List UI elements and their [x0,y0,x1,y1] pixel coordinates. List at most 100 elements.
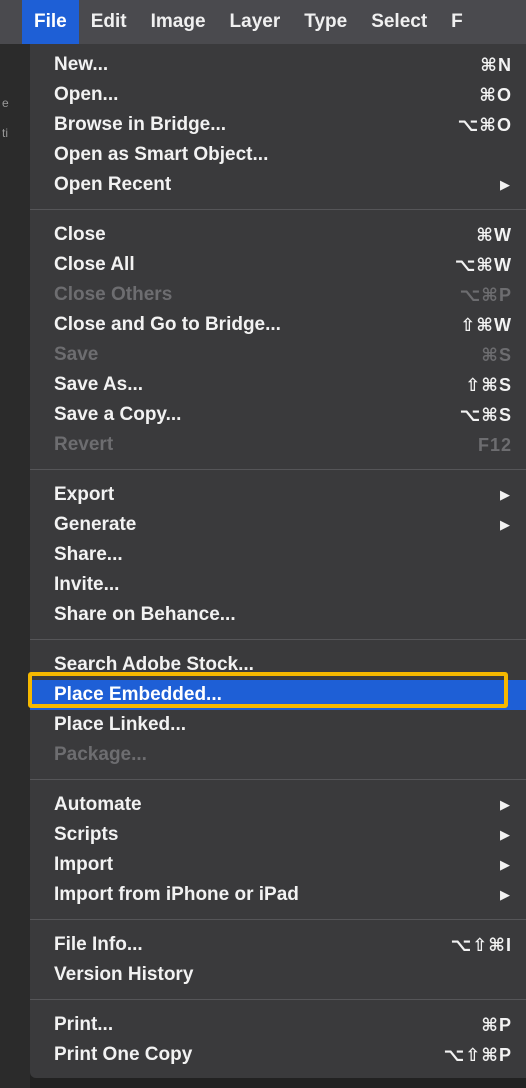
menu-item-label: Scripts [54,824,119,845]
background-text-fragment: e [2,96,9,110]
menu-item-search-adobe-stock[interactable]: Search Adobe Stock... [30,650,526,680]
menubar-item-edit[interactable]: Edit [79,0,139,44]
menu-separator [30,209,526,210]
menu-separator [30,469,526,470]
submenu-arrow-icon: ▶ [500,517,510,532]
submenu-arrow-icon: ▶ [500,797,510,812]
menu-item-print-one-copy[interactable]: Print One Copy ⌥⇧⌘P [30,1040,526,1070]
menu-bar: File Edit Image Layer Type Select F [0,0,526,44]
submenu-arrow-icon: ▶ [500,487,510,502]
menu-item-close[interactable]: Close ⌘W [30,220,526,250]
menu-item-label: Close [54,224,106,245]
keyboard-shortcut: ⇧⌘W [460,314,512,335]
menu-item-place-linked[interactable]: Place Linked... [30,710,526,740]
menubar-item-image[interactable]: Image [139,0,218,44]
menu-item-label: Generate [54,514,137,535]
submenu-arrow-icon: ▶ [500,857,510,872]
keyboard-shortcut: ⌘O [479,84,512,105]
keyboard-shortcut: ⌥⌘S [459,404,512,425]
menu-item-file-info[interactable]: File Info... ⌥⇧⌘I [30,930,526,960]
menu-item-invite[interactable]: Invite... [30,570,526,600]
menu-item-label: File Info... [54,934,143,955]
menu-item-label: Open Recent [54,174,172,195]
menu-separator [30,919,526,920]
keyboard-shortcut: ⌥⇧⌘P [443,1044,512,1065]
background-app-edge: e ti [0,44,30,1088]
keyboard-shortcut: ⌥⇧⌘I [450,934,512,955]
menu-item-label: Browse in Bridge... [54,114,227,135]
menu-separator [30,639,526,640]
menu-item-label: Import [54,854,114,875]
menu-item-label: Close Others [54,284,173,305]
menubar-item-layer[interactable]: Layer [218,0,293,44]
menu-item-label: Search Adobe Stock... [54,654,254,675]
menu-item-label: New... [54,54,109,75]
menu-item-label: Print... [54,1014,114,1035]
menu-item-label: Save a Copy... [54,404,182,425]
menu-item-import[interactable]: Import ▶ [30,850,526,880]
menu-item-import-from-iphone-or-ipad[interactable]: Import from iPhone or iPad ▶ [30,880,526,910]
menu-item-revert: Revert F12 [30,430,526,460]
menu-item-export[interactable]: Export ▶ [30,480,526,510]
menu-item-open-as-smart-object[interactable]: Open as Smart Object... [30,140,526,170]
menu-item-label: Share on Behance... [54,604,236,625]
keyboard-shortcut: ⌘P [481,1014,512,1035]
menu-item-close-all[interactable]: Close All ⌥⌘W [30,250,526,280]
menu-item-label: Invite... [54,574,120,595]
menu-item-label: Open as Smart Object... [54,144,269,165]
menu-item-label: Close All [54,254,135,275]
menu-item-automate[interactable]: Automate ▶ [30,790,526,820]
menu-item-save-a-copy[interactable]: Save a Copy... ⌥⌘S [30,400,526,430]
keyboard-shortcut: ⌥⌘W [454,254,512,275]
menubar-item-type[interactable]: Type [292,0,359,44]
menu-item-label: Import from iPhone or iPad [54,884,299,905]
menu-item-label: Close and Go to Bridge... [54,314,281,335]
menubar-item-f[interactable]: F [439,0,475,44]
menu-item-label: Version History [54,964,194,985]
keyboard-shortcut: ⌘S [481,344,512,365]
keyboard-shortcut: ⌘W [476,224,512,245]
menu-item-browse-in-bridge[interactable]: Browse in Bridge... ⌥⌘O [30,110,526,140]
file-menu-dropdown: New... ⌘N Open... ⌘O Browse in Bridge... ⌥⌘O O… [30,44,526,1078]
menu-item-label: Place Linked... [54,714,186,735]
submenu-arrow-icon: ▶ [500,887,510,902]
menu-item-share[interactable]: Share... [30,540,526,570]
background-text-fragment: ti [2,126,8,140]
keyboard-shortcut: ⌥⌘P [459,284,512,305]
screen: e ti File Edit Image Layer Type Select F New..… [0,0,526,1088]
menu-item-place-embedded[interactable]: Place Embedded... [30,680,526,710]
menu-separator [30,779,526,780]
menu-item-label: Save As... [54,374,144,395]
menu-item-version-history[interactable]: Version History [30,960,526,990]
menu-item-label: Automate [54,794,142,815]
menu-item-scripts[interactable]: Scripts ▶ [30,820,526,850]
menu-item-generate[interactable]: Generate ▶ [30,510,526,540]
menu-item-open[interactable]: Open... ⌘O [30,80,526,110]
submenu-arrow-icon: ▶ [500,827,510,842]
menu-item-new[interactable]: New... ⌘N [30,50,526,80]
menu-item-label: Open... [54,84,119,105]
menu-item-label: Print One Copy [54,1044,193,1065]
menu-item-label: Package... [54,744,147,765]
keyboard-shortcut: ⇧⌘S [465,374,512,395]
menu-item-close-and-go-to-bridge[interactable]: Close and Go to Bridge... ⇧⌘W [30,310,526,340]
submenu-arrow-icon: ▶ [500,177,510,192]
menu-item-label: Export [54,484,115,505]
keyboard-shortcut: ⌘N [480,54,512,75]
menu-item-label: Share... [54,544,123,565]
menu-separator [30,999,526,1000]
menu-item-share-on-behance[interactable]: Share on Behance... [30,600,526,630]
keyboard-shortcut: F12 [477,434,512,455]
menu-item-package: Package... [30,740,526,770]
menubar-item-file[interactable]: File [22,0,79,44]
keyboard-shortcut: ⌥⌘O [457,114,512,135]
menu-item-save: Save ⌘S [30,340,526,370]
menu-item-open-recent[interactable]: Open Recent ▶ [30,170,526,200]
menu-item-close-others: Close Others ⌥⌘P [30,280,526,310]
menu-item-label: Place Embedded... [54,684,222,705]
menu-item-save-as[interactable]: Save As... ⇧⌘S [30,370,526,400]
menu-item-print[interactable]: Print... ⌘P [30,1010,526,1040]
menubar-item-select[interactable]: Select [359,0,439,44]
menu-item-label: Revert [54,434,114,455]
menu-item-label: Save [54,344,99,365]
